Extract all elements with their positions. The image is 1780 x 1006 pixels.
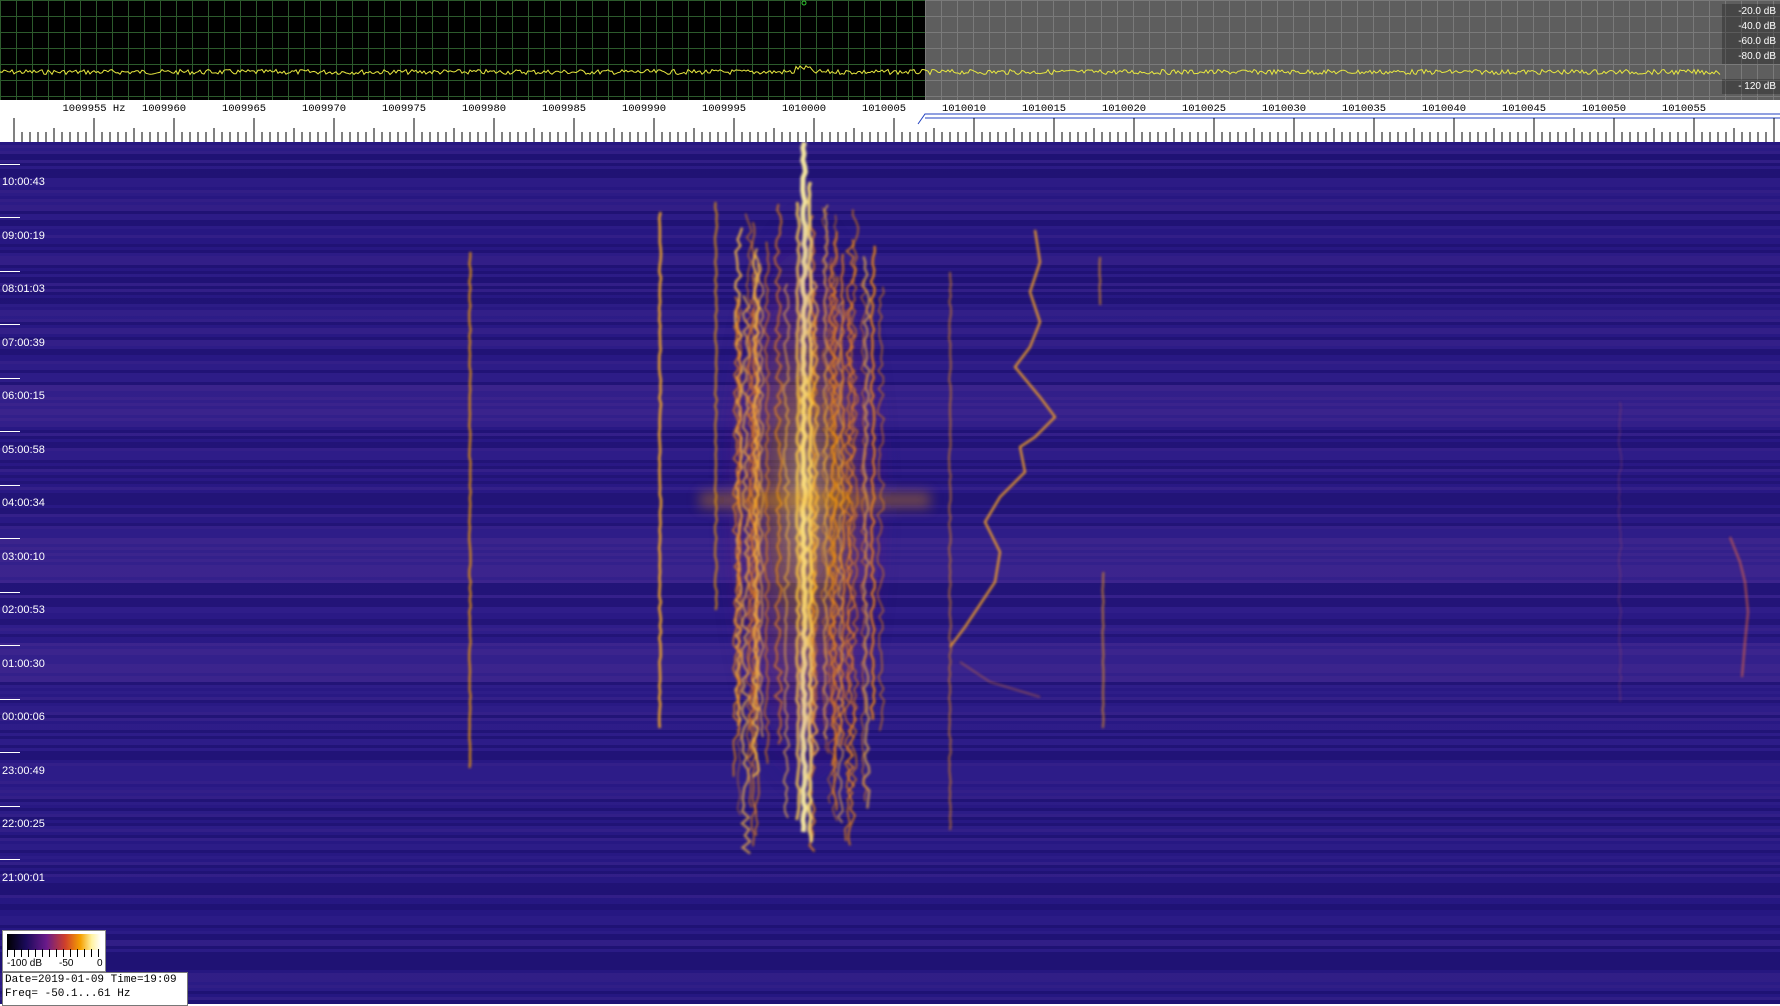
legend-max-label: 0 (97, 958, 103, 969)
db-label: -60.0 dB (1722, 34, 1780, 49)
spectrum-trace (0, 0, 1721, 76)
time-label: 04:00:34 (2, 497, 45, 509)
time-label: 09:00:19 (2, 230, 45, 242)
freq-label: 1009990 (621, 103, 667, 115)
db-label: - 120 dB (1722, 79, 1780, 94)
freq-range-text: Freq= -50.1...61 Hz (5, 988, 131, 1000)
freq-label: 1009965 (221, 103, 267, 115)
freq-label: 1010030 (1261, 103, 1307, 115)
color-scale-legend: -100 dB -50 0 (2, 930, 106, 972)
waterfall-image (0, 142, 1780, 1004)
freq-label: 1010050 (1581, 103, 1627, 115)
freq-label: 1010020 (1101, 103, 1147, 115)
time-label: 00:00:06 (2, 711, 45, 723)
time-label: 10:00:43 (2, 176, 45, 188)
db-label: -20.0 dB (1722, 4, 1780, 19)
db-label: -80.0 dB (1722, 49, 1780, 64)
freq-label: 1009955 Hz (62, 103, 126, 115)
color-scale-bar (7, 934, 101, 950)
db-scale: -20.0 dB -40.0 dB -60.0 dB -80.0 dB - 12… (1722, 4, 1780, 94)
freq-label: 1010005 (861, 103, 907, 115)
legend-mid-label: -50 (59, 958, 74, 969)
freq-label: 1009995 (701, 103, 747, 115)
db-label: -40.0 dB (1722, 19, 1780, 34)
freq-label: 1010040 (1421, 103, 1467, 115)
time-label: 22:00:25 (2, 818, 45, 830)
spectrum-panel[interactable]: -20.0 dB -40.0 dB -60.0 dB -80.0 dB - 12… (0, 0, 1780, 100)
freq-label: 1009980 (461, 103, 507, 115)
db-label (1722, 64, 1780, 79)
time-label: 23:00:49 (2, 765, 45, 777)
freq-label: 1010025 (1181, 103, 1227, 115)
color-scale-ticks (7, 949, 101, 957)
center-marker-icon (801, 0, 807, 6)
time-label: 01:00:30 (2, 658, 45, 670)
time-label: 05:00:58 (2, 444, 45, 456)
freq-label: 1009970 (301, 103, 347, 115)
date-time-text: Date=2019-01-09 Time=19:09 (5, 974, 177, 986)
time-label: 08:01:03 (2, 283, 45, 295)
time-label: 06:00:15 (2, 390, 45, 402)
freq-label: 1010000 (781, 103, 827, 115)
frequency-ruler[interactable]: 1009955 Hz 1009960 1009965 1009970 10099… (0, 100, 1780, 142)
freq-label: 1010010 (941, 103, 987, 115)
freq-label: 1010035 (1341, 103, 1387, 115)
waterfall-display[interactable]: 10:00:43 09:00:19 08:01:03 07:00:39 06:0… (0, 142, 1780, 1004)
time-label: 02:00:53 (2, 604, 45, 616)
freq-label: 1010015 (1021, 103, 1067, 115)
freq-label: 1010055 (1661, 103, 1707, 115)
legend-min-label: -100 dB (7, 958, 43, 969)
freq-label: 1009985 (541, 103, 587, 115)
info-box: Date=2019-01-09 Time=19:09 Freq= -50.1..… (2, 972, 188, 1006)
freq-label: 1009975 (381, 103, 427, 115)
freq-label: 1009960 (141, 103, 187, 115)
time-label: 07:00:39 (2, 337, 45, 349)
time-label: 21:00:01 (2, 872, 45, 884)
freq-label: 1010045 (1501, 103, 1547, 115)
band-marker-line (917, 113, 1780, 125)
time-label: 03:00:10 (2, 551, 45, 563)
